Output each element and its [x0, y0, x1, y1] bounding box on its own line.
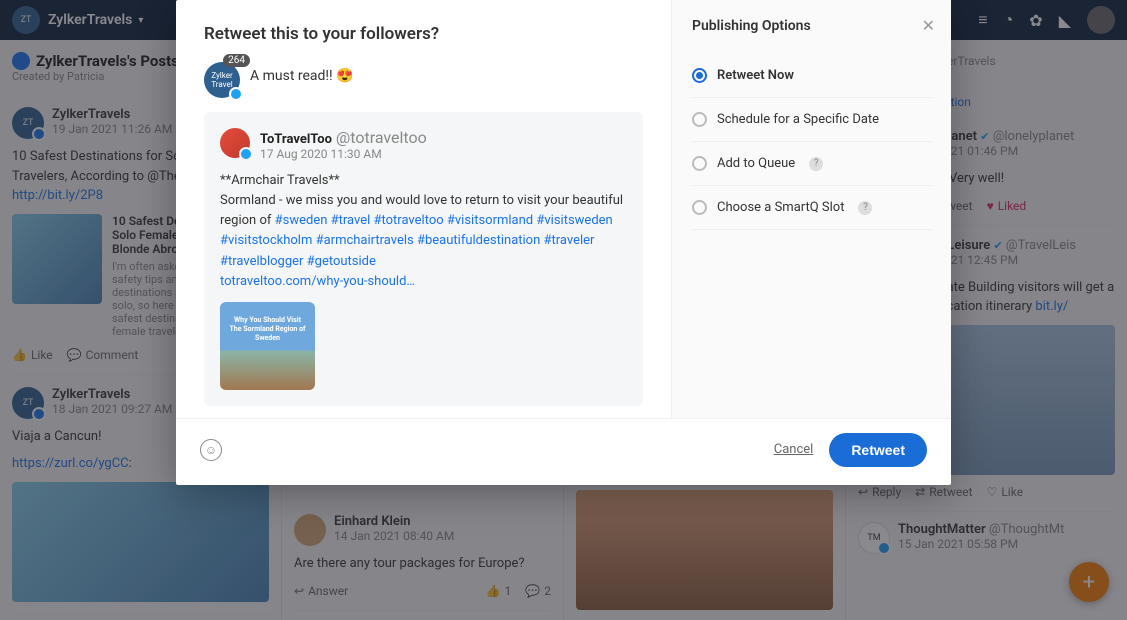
option-schedule-date[interactable]: Schedule for a Specific Date — [692, 98, 931, 142]
char-count-badge: 264 — [223, 54, 250, 67]
compose-text[interactable]: A must read!! 😍 — [250, 62, 354, 84]
modal-footer: ☺ Cancel Retweet — [176, 418, 951, 485]
publishing-options-panel: ✕ Publishing Options Retweet Now Schedul… — [671, 0, 951, 418]
quoted-image-caption: Why You Should Visit The Sormland Region… — [228, 316, 307, 343]
radio-icon — [692, 112, 707, 127]
heart-eyes-emoji-icon: 😍 — [336, 68, 353, 84]
twitter-badge-icon — [239, 147, 253, 161]
quoted-headline: **Armchair Travels** — [220, 171, 627, 191]
modal-title: Retweet this to your followers? — [204, 24, 643, 44]
option-label: Choose a SmartQ Slot — [717, 200, 844, 215]
option-add-queue[interactable]: Add to Queue ? — [692, 142, 931, 186]
option-label: Retweet Now — [717, 68, 794, 83]
quoted-author[interactable]: ToTravelToo — [260, 132, 332, 147]
help-icon[interactable]: ? — [858, 201, 872, 215]
close-icon[interactable]: ✕ — [922, 16, 935, 35]
radio-icon — [692, 156, 707, 171]
option-label: Schedule for a Specific Date — [717, 112, 879, 127]
modal-overlay[interactable]: Retweet this to your followers? ZylkerTr… — [0, 0, 1127, 620]
quoted-image[interactable]: Why You Should Visit The Sormland Region… — [220, 302, 315, 390]
compose-account-avatar[interactable]: ZylkerTravel 264 — [204, 62, 240, 98]
retweet-button[interactable]: Retweet — [829, 433, 927, 467]
publishing-options-title: Publishing Options — [692, 18, 931, 34]
quoted-url[interactable]: totraveltoo.com/why-you-should… — [220, 274, 415, 289]
radio-icon — [692, 68, 707, 83]
option-smartq-slot[interactable]: Choose a SmartQ Slot ? — [692, 186, 931, 230]
quoted-date: 17 Aug 2020 11:30 AM — [260, 147, 427, 161]
twitter-badge-icon — [229, 87, 243, 101]
retweet-modal: Retweet this to your followers? ZylkerTr… — [176, 0, 951, 485]
cancel-button[interactable]: Cancel — [774, 442, 814, 457]
quoted-hashtags[interactable]: #sweden #travel #totraveltoo #visitsorml… — [220, 213, 613, 268]
option-label: Add to Queue — [717, 156, 795, 171]
radio-icon — [692, 200, 707, 215]
quoted-body: **Armchair Travels** Sormland - we miss … — [220, 171, 627, 292]
option-retweet-now[interactable]: Retweet Now — [692, 54, 931, 98]
quoted-avatar — [220, 128, 250, 158]
emoji-picker-button[interactable]: ☺ — [200, 439, 222, 461]
modal-compose-panel: Retweet this to your followers? ZylkerTr… — [176, 0, 671, 418]
help-icon[interactable]: ? — [809, 157, 823, 171]
quoted-handle: @totraveltoo — [336, 128, 427, 147]
quoted-tweet: ToTravelToo @totraveltoo 17 Aug 2020 11:… — [204, 112, 643, 406]
